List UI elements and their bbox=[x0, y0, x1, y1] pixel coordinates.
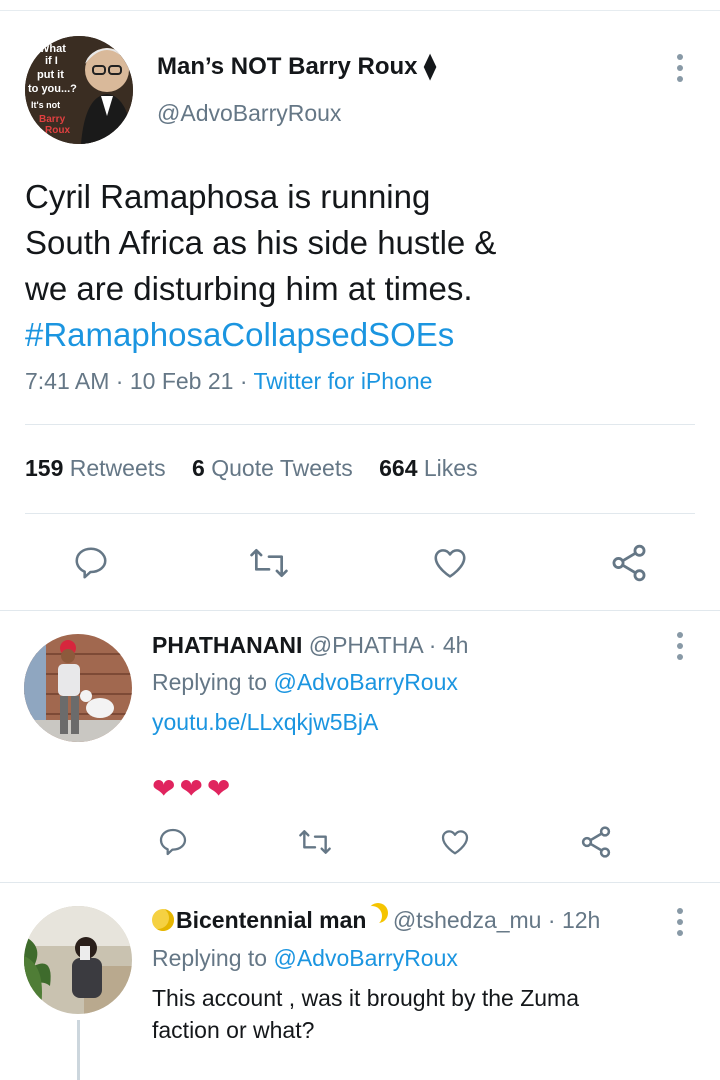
reply-more-icon-2[interactable] bbox=[673, 908, 687, 941]
avatar-text-3: put it bbox=[37, 69, 64, 81]
reply-avatar-phathanani[interactable] bbox=[24, 634, 132, 742]
reply-header-bicentennial: Bicentennial man @tshedza_mu · 12h bbox=[152, 907, 600, 934]
reply-text-2-line-2: faction or what? bbox=[152, 1017, 315, 1043]
tweet-meta: 7:41 AM · 10 Feb 21 · Twitter for iPhone bbox=[25, 368, 433, 394]
avatar-text-7: Roux bbox=[45, 125, 70, 136]
avatar-text-5: It's not bbox=[31, 100, 60, 110]
replying-to-line: Replying to @AdvoBarryRoux bbox=[152, 669, 458, 696]
crescent-moon-icon bbox=[362, 906, 382, 926]
reply-more-icon[interactable] bbox=[673, 632, 687, 665]
reply-handle-2[interactable]: @tshedza_mu bbox=[393, 907, 542, 933]
retweets-label: Retweets bbox=[69, 455, 166, 481]
replying-to-line-2: Replying to @AdvoBarryRoux bbox=[152, 945, 458, 972]
reply-display-name[interactable]: PHATHANANI bbox=[152, 632, 302, 658]
avatar-text-1: What bbox=[39, 43, 66, 55]
top-divider bbox=[0, 10, 720, 11]
reply-display-name-text-2: Bicentennial man bbox=[176, 907, 367, 933]
meta-divider bbox=[25, 424, 695, 425]
reply-share-icon[interactable] bbox=[578, 824, 614, 860]
avatar-text-6: Barry bbox=[39, 114, 66, 125]
thread-connector-line bbox=[77, 1020, 80, 1080]
tweet-date: 10 Feb 21 bbox=[129, 368, 234, 394]
tweet-more-icon[interactable] bbox=[673, 54, 687, 87]
likes-count: 664 bbox=[379, 455, 418, 481]
tweet-text-line-2: South Africa as his side hustle & bbox=[25, 224, 497, 261]
reply-time-2: 12h bbox=[561, 907, 601, 933]
share-icon[interactable] bbox=[608, 542, 650, 584]
tweet-source-link[interactable]: Twitter for iPhone bbox=[253, 368, 432, 394]
replying-prefix-2: Replying to bbox=[152, 945, 268, 971]
moon-emoji-icon bbox=[152, 909, 174, 931]
tweet-stats: 159 Retweets 6 Quote Tweets 664 Likes bbox=[25, 455, 498, 482]
reply-header-phathanani: PHATHANANI @PHATHA · 4h bbox=[152, 632, 469, 658]
reply-like-icon[interactable] bbox=[438, 826, 472, 858]
avatar-text-2: if I bbox=[45, 55, 58, 67]
reply-display-name-2[interactable]: Bicentennial man bbox=[152, 907, 386, 933]
replying-mention-2[interactable]: @AdvoBarryRoux bbox=[273, 945, 457, 971]
reply-avatar-bicentennial[interactable] bbox=[24, 906, 132, 1014]
reply-hearts-emoji: ❤❤❤ bbox=[152, 773, 235, 804]
author-handle[interactable]: @AdvoBarryRoux bbox=[157, 100, 341, 127]
tweet-text-line-1: Cyril Ramaphosa is running bbox=[25, 178, 431, 215]
avatar-text-4: to you...? bbox=[28, 83, 77, 95]
reply-icon[interactable] bbox=[72, 544, 110, 582]
hashtag-link[interactable]: #RamaphosaCollapsedSOEs bbox=[25, 312, 685, 358]
tweet-text: Cyril Ramaphosa is running South Africa … bbox=[25, 174, 685, 358]
retweet-icon[interactable] bbox=[248, 544, 290, 582]
replying-prefix: Replying to bbox=[152, 669, 268, 695]
quotes-count: 6 bbox=[192, 455, 205, 481]
reply-retweet-icon[interactable] bbox=[297, 826, 333, 858]
reply-youtube-link[interactable]: youtu.be/LLxqkjw5BjA bbox=[152, 709, 378, 736]
replying-mention[interactable]: @AdvoBarryRoux bbox=[273, 669, 457, 695]
tweet-text-line-3: we are disturbing him at times. bbox=[25, 270, 473, 307]
reply-separator-1 bbox=[0, 610, 720, 611]
reply-time: 4h bbox=[442, 632, 469, 658]
reply-text-2-line-1: This account , was it brought by the Zum… bbox=[152, 985, 579, 1011]
tweet-action-bar bbox=[0, 538, 720, 588]
author-avatar[interactable]: What if I put it to you...? It's not Bar… bbox=[25, 36, 133, 144]
tweet-time: 7:41 AM bbox=[25, 368, 110, 394]
retweets-count: 159 bbox=[25, 455, 64, 481]
quote-tweets-stat[interactable]: 6 Quote Tweets bbox=[192, 455, 353, 481]
likes-stat[interactable]: 664 Likes bbox=[379, 455, 477, 481]
author-display-name[interactable]: Man’s NOT Barry Roux ⧫ bbox=[157, 52, 436, 81]
reply-separator-2 bbox=[0, 882, 720, 883]
likes-label: Likes bbox=[423, 455, 478, 481]
like-icon[interactable] bbox=[430, 544, 470, 582]
reply-text-2: This account , was it brought by the Zum… bbox=[152, 982, 672, 1046]
reply-reply-icon[interactable] bbox=[157, 826, 189, 858]
reply-handle[interactable]: @PHATHA bbox=[309, 632, 423, 658]
quotes-label: Quote Tweets bbox=[211, 455, 353, 481]
stats-divider bbox=[25, 513, 695, 514]
retweets-stat[interactable]: 159 Retweets bbox=[25, 455, 166, 481]
